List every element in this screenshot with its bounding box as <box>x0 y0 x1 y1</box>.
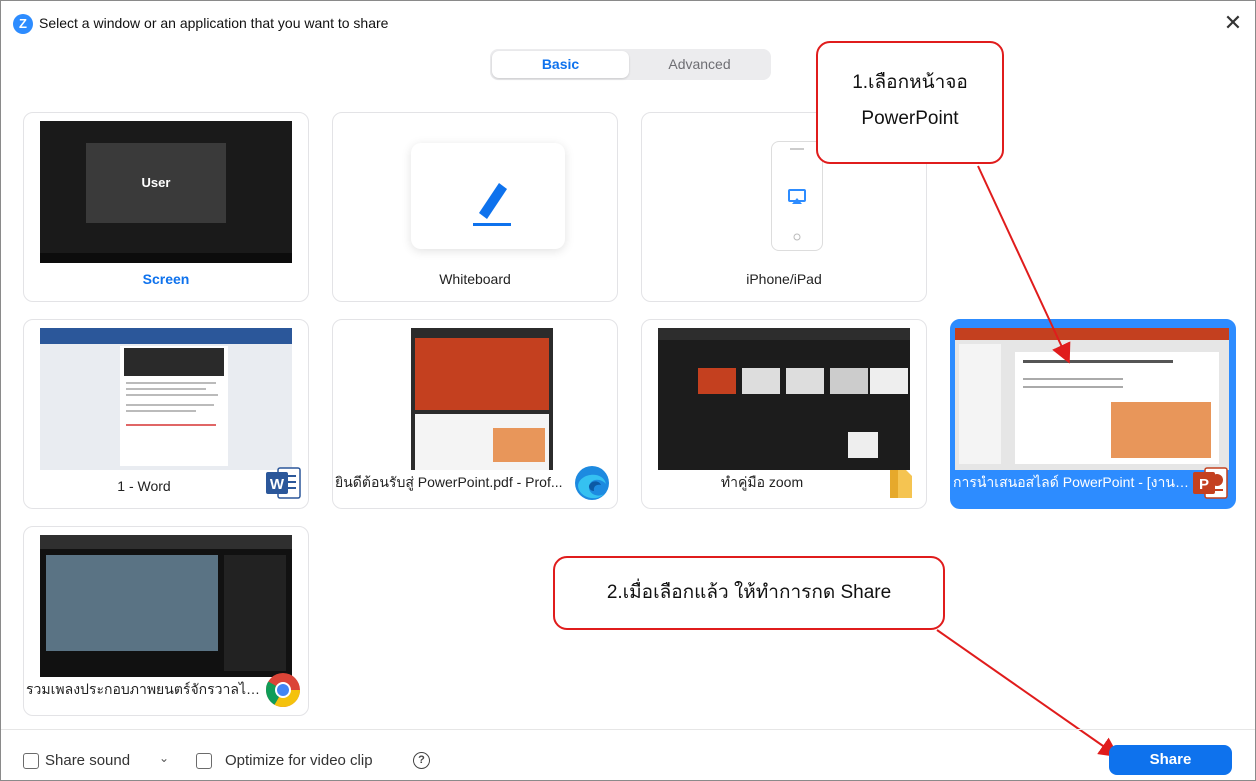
window-title: Select a window or an application that y… <box>39 15 389 31</box>
word-page <box>120 346 228 466</box>
screen-thumb-user-text: User <box>86 143 226 223</box>
text-line <box>126 394 218 396</box>
slide-food-image <box>1111 402 1211 458</box>
ppt-ribbon <box>955 328 1229 340</box>
powerpoint-icon: P <box>1193 467 1228 499</box>
tile-whiteboard[interactable]: Whiteboard <box>332 112 618 302</box>
word-ribbon <box>40 328 292 344</box>
share-mode-tabs: Basic Advanced <box>490 49 771 80</box>
tile-label: การนำเสนอสไลด์ PowerPoint - [งานน... <box>953 474 1191 490</box>
tile-label: ทำคู่มือ zoom <box>720 474 804 490</box>
airplay-icon <box>788 148 806 241</box>
tile-powerpoint[interactable]: การนำเสนอสไลด์ PowerPoint - [งานน... P <box>950 319 1236 509</box>
close-button[interactable]: ✕ <box>1219 9 1247 37</box>
pen-icon <box>473 183 511 226</box>
annotation-callout-select-powerpoint: 1.เลือกหน้าจอ PowerPoint <box>816 41 1004 164</box>
file-thumb <box>870 368 908 394</box>
slide-title-line <box>1023 360 1173 363</box>
pdf-food-image <box>493 428 545 462</box>
text-line <box>1023 378 1123 380</box>
text-line <box>126 382 216 384</box>
text-line <box>126 404 214 406</box>
pdf-slide-page <box>415 414 549 470</box>
tile-label: รวมเพลงประกอบภาพยนตร์จักรวาลไทบ้า... <box>26 681 264 697</box>
folder-icon <box>890 470 912 498</box>
tab-basic[interactable]: Basic <box>492 51 629 78</box>
optimize-video-checkbox[interactable] <box>196 753 212 769</box>
ppt-slide <box>1015 352 1219 464</box>
tile-label: ยินดีต้อนรับสู่ PowerPoint.pdf - Prof... <box>335 474 563 490</box>
text-line <box>1023 386 1123 388</box>
file-thumb <box>742 368 780 394</box>
word-icon: W <box>266 467 301 499</box>
help-icon[interactable]: ? <box>413 752 430 769</box>
tile-edge-pdf[interactable]: ยินดีต้อนรับสู่ PowerPoint.pdf - Prof... <box>332 319 618 509</box>
screen-thumb-toolbar <box>40 253 292 263</box>
tile-label: Screen <box>142 271 190 287</box>
text-line <box>126 424 216 426</box>
pdf-viewer <box>411 328 553 470</box>
browser-toolbar <box>40 535 292 549</box>
share-sound-label: Share sound <box>45 752 131 769</box>
bottom-bar: Share sound ⌄ Optimize for video clip ? … <box>1 729 1255 780</box>
word-thumbnail <box>40 328 292 470</box>
annotation-callout-press-share: 2.เมื่อเลือกแล้ว ให้ทำการกด Share <box>553 556 945 630</box>
explorer-toolbar <box>658 328 910 340</box>
phone-outline <box>771 141 823 251</box>
callout-1-line2: PowerPoint <box>861 108 959 129</box>
svg-text:P: P <box>1199 476 1209 493</box>
callout-1-line1: 1.เลือกหน้าจอ <box>852 72 968 93</box>
powerpoint-thumbnail <box>955 328 1229 470</box>
word-page-image <box>124 348 224 376</box>
svg-text:W: W <box>270 476 285 493</box>
share-button[interactable]: Share <box>1109 745 1232 775</box>
chevron-down-icon[interactable]: ⌄ <box>159 751 169 765</box>
video-sidebar <box>224 555 286 671</box>
file-thumb <box>848 432 878 458</box>
pdf-slide-cover <box>415 338 549 410</box>
tile-label: Whiteboard <box>439 271 511 287</box>
optimize-video-label: Optimize for video clip <box>225 752 373 769</box>
whiteboard-card <box>411 143 565 249</box>
tile-screen[interactable]: User Screen <box>23 112 309 302</box>
screen-thumbnail: User <box>40 121 292 263</box>
tile-chrome[interactable]: รวมเพลงประกอบภาพยนตร์จักรวาลไทบ้า... <box>23 526 309 716</box>
chrome-icon <box>266 673 300 707</box>
whiteboard-thumbnail <box>349 121 601 263</box>
tile-word[interactable]: 1 - Word W <box>23 319 309 509</box>
pdf-thumbnail <box>349 328 601 470</box>
tab-advanced[interactable]: Advanced <box>630 51 769 78</box>
text-line <box>126 388 206 390</box>
tile-label: 1 - Word <box>117 478 171 494</box>
share-sound-checkbox[interactable] <box>23 753 39 769</box>
chrome-thumbnail <box>40 535 292 677</box>
title-bar: Z Select a window or an application that… <box>1 1 1255 41</box>
ppt-slide-panel <box>959 344 1001 464</box>
tile-folder[interactable]: ทำคู่มือ zoom <box>641 319 927 509</box>
edge-icon <box>575 466 609 500</box>
tile-label: iPhone/iPad <box>746 271 822 287</box>
video-player <box>46 555 218 651</box>
zoom-app-icon: Z <box>13 14 33 34</box>
file-thumb <box>698 368 736 394</box>
file-thumb <box>830 368 868 394</box>
folder-thumbnail <box>658 328 910 470</box>
text-line <box>126 410 196 412</box>
file-thumb <box>786 368 824 394</box>
